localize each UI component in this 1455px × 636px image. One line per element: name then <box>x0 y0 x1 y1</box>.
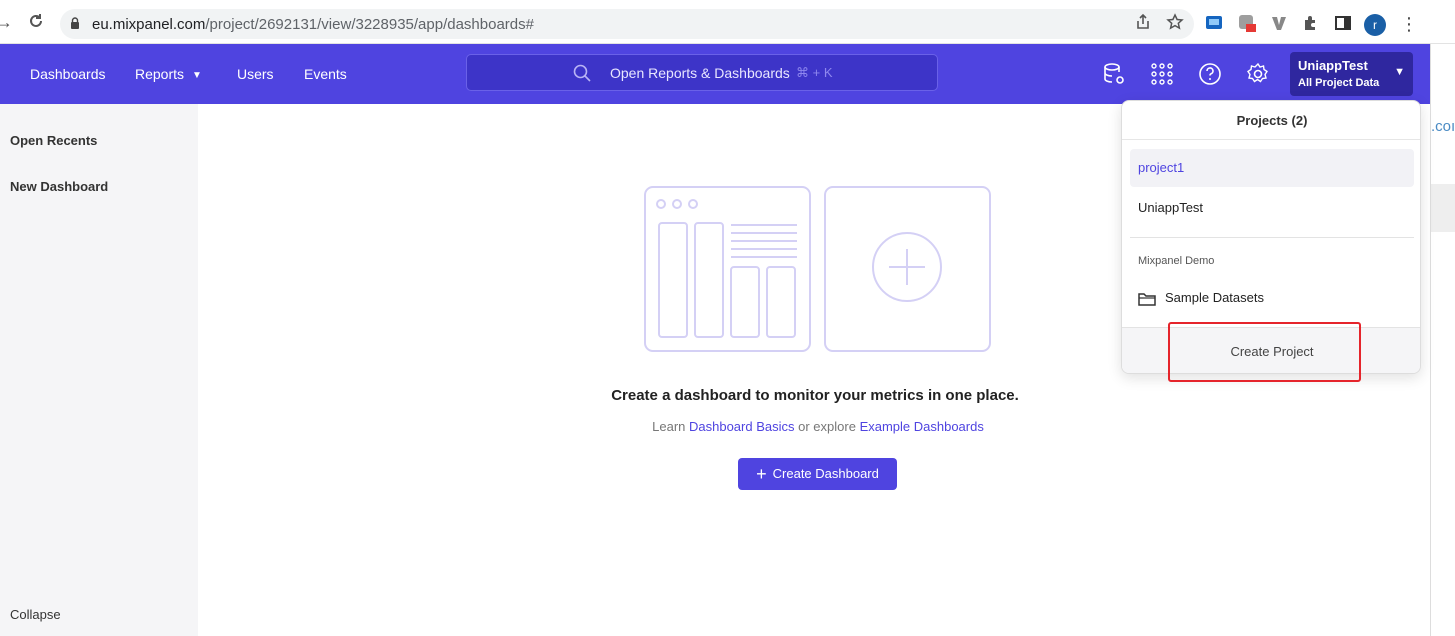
background-link-fragment: .coı <box>1431 118 1455 135</box>
share-icon[interactable] <box>1134 13 1152 31</box>
subtitle-prefix: Learn <box>652 419 686 434</box>
collapse-sidebar-button[interactable]: Collapse <box>10 607 61 622</box>
background-thumbnail <box>1431 184 1455 232</box>
project-name: UniappTest <box>1298 58 1368 73</box>
sidebar: Open Recents New Dashboard <box>0 104 198 636</box>
dashboard-basics-link[interactable]: Dashboard Basics <box>689 419 795 434</box>
app-navbar: Dashboards Reports ▼ Users Events Open Re… <box>0 44 1430 104</box>
address-bar[interactable]: eu.mixpanel.com/project/2692131/view/322… <box>60 9 1194 39</box>
search-input[interactable]: Open Reports & Dashboards ⌘ + K <box>466 54 938 91</box>
sidebar-item-new-dashboard[interactable]: New Dashboard <box>10 179 108 194</box>
create-dashboard-button[interactable]: + Create Dashboard <box>738 458 897 490</box>
apps-grid-icon[interactable] <box>1150 62 1174 86</box>
bookmark-star-icon[interactable] <box>1166 13 1184 31</box>
project-item-uniapptest[interactable]: UniappTest <box>1130 189 1414 227</box>
dropdown-header: Projects (2) <box>1122 101 1420 140</box>
search-icon <box>573 64 591 82</box>
divider <box>1130 237 1414 238</box>
sidebar-item-open-recents[interactable]: Open Recents <box>10 133 97 148</box>
gear-icon[interactable] <box>1246 62 1270 86</box>
nav-reports-label: Reports <box>135 66 185 82</box>
extension-badge-icon[interactable] <box>1238 14 1256 32</box>
chevron-down-icon: ▼ <box>1394 66 1405 78</box>
nav-reports[interactable]: Reports ▼ <box>135 44 202 104</box>
forward-icon[interactable]: → <box>0 12 14 32</box>
empty-state-subtitle: Learn Dashboard Basics or explore Exampl… <box>0 419 1455 434</box>
profile-avatar[interactable]: r <box>1364 14 1386 36</box>
sample-datasets-item[interactable]: Sample Datasets <box>1165 290 1264 305</box>
project-item-project1[interactable]: project1 <box>1130 149 1414 187</box>
extension-v-icon[interactable] <box>1270 14 1288 32</box>
browser-menu-icon[interactable]: ⋮ <box>1400 14 1418 34</box>
empty-state-title: Create a dashboard to monitor your metri… <box>611 387 1019 404</box>
annotation-highlight-box <box>1168 322 1361 382</box>
folder-icon <box>1138 293 1156 306</box>
create-dashboard-label: Create Dashboard <box>772 466 879 481</box>
reload-icon[interactable] <box>26 12 46 32</box>
puzzle-icon[interactable] <box>1302 14 1320 32</box>
lock-icon <box>71 17 79 29</box>
nav-events[interactable]: Events <box>304 44 347 104</box>
nav-dashboards[interactable]: Dashboards <box>30 44 106 104</box>
subtitle-middle: or explore <box>798 419 856 434</box>
chevron-down-icon: ▼ <box>192 70 202 81</box>
browser-toolbar: → eu.mixpanel.com/project/2692131/view/3… <box>0 0 1455 44</box>
background-page-strip: .coı <box>1430 44 1455 636</box>
url-text: eu.mixpanel.com/project/2692131/view/322… <box>92 16 534 33</box>
project-selector[interactable]: UniappTest All Project Data ▼ <box>1290 52 1413 96</box>
project-scope: All Project Data <box>1298 77 1380 89</box>
nav-users[interactable]: Users <box>237 44 274 104</box>
group-label: Mixpanel Demo <box>1138 255 1215 267</box>
search-shortcut: ⌘ + K <box>796 65 833 80</box>
help-icon[interactable] <box>1198 62 1222 86</box>
dashboard-illustration <box>644 186 991 352</box>
data-management-icon[interactable] <box>1102 62 1126 86</box>
search-placeholder: Open Reports & Dashboards <box>610 65 790 81</box>
plus-icon: + <box>756 464 767 484</box>
side-panel-icon[interactable] <box>1334 14 1352 32</box>
example-dashboards-link[interactable]: Example Dashboards <box>860 419 984 434</box>
extension-screen-icon[interactable] <box>1205 14 1223 32</box>
